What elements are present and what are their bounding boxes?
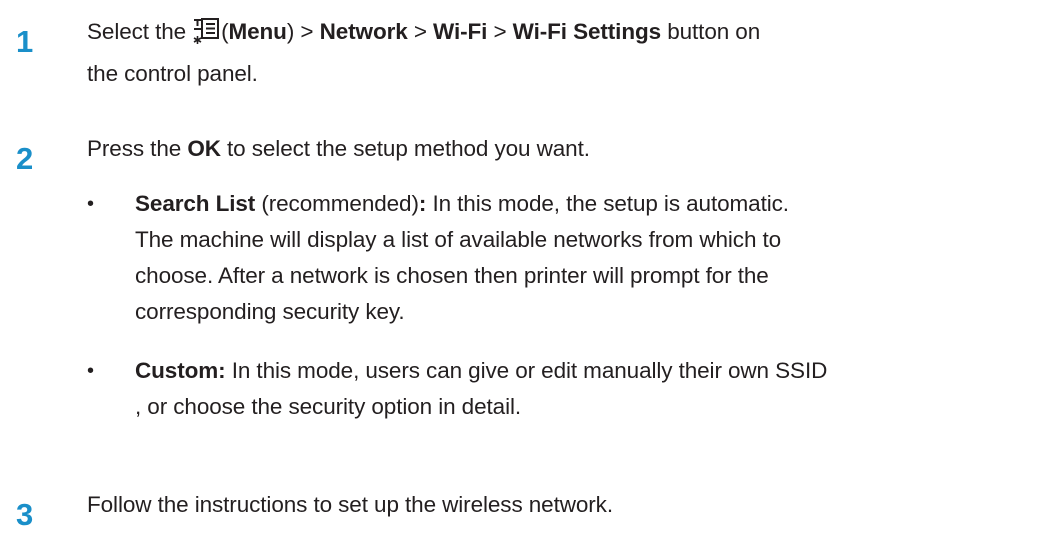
bullet-item-search-list: • Search List (recommended): In this mod… (87, 186, 1017, 336)
step-number: 1 (16, 24, 34, 59)
bullet-term: Custom: (135, 358, 226, 383)
step-2: 2 Press the OK to select the setup metho… (0, 131, 1038, 461)
bullet-description-line: corresponding security key. (135, 299, 405, 324)
step-text-wifi: Wi-Fi (433, 19, 488, 44)
step-3: 3 Follow the instructions to set up the … (0, 487, 1038, 540)
step-text-press: Press the (87, 136, 182, 161)
step-text-tail: button on (667, 19, 761, 44)
bullet-description-line: In this mode, users can give or edit man… (231, 358, 828, 383)
step-text: Press the OK to select the setup method … (87, 131, 1017, 167)
bullet-marker: • (87, 360, 95, 382)
step-text-select: Select the (87, 19, 187, 44)
step-text-wifi-settings: Wi-Fi Settings (512, 19, 662, 44)
bullet-qualifier: (recommended) (261, 191, 419, 216)
step-text-ok: OK (187, 136, 221, 161)
step-text-rest: to select the setup method you want. (227, 136, 590, 161)
bullet-item-custom: • Custom: In this mode, users can give o… (87, 353, 1017, 433)
bullet-term: Search List (135, 191, 256, 216)
step-text-menu: Menu (228, 19, 287, 44)
bullet-colon: : (418, 191, 427, 216)
bullet-description-line: The machine will display a list of avail… (135, 227, 782, 252)
menu-icon (192, 17, 220, 56)
bullet-description-line: , or choose the security option in detai… (135, 394, 522, 419)
step-text: Follow the instructions to set up the wi… (87, 487, 1017, 523)
bullet-marker: • (87, 193, 95, 215)
bullet-text: Custom: In this mode, users can give or … (135, 353, 1015, 425)
bullet-description-line: In this mode, the setup is automatic. (432, 191, 789, 216)
step-text-network: Network (319, 19, 408, 44)
step-text: Select the (Menu) > Network > Wi-Fi > Wi… (87, 17, 761, 86)
step-1: 1 Select the (Menu) > Network > Wi-Fi > … (0, 14, 1038, 94)
step-number: 2 (16, 141, 34, 176)
step-text-tail-2: the control panel. (87, 61, 258, 86)
bullet-text: Search List (recommended): In this mode,… (135, 186, 1015, 330)
step-number: 3 (16, 497, 34, 532)
step-text-follow: Follow the instructions to set up the wi… (87, 492, 613, 517)
bullet-description-line: choose. After a network is chosen then p… (135, 263, 769, 288)
